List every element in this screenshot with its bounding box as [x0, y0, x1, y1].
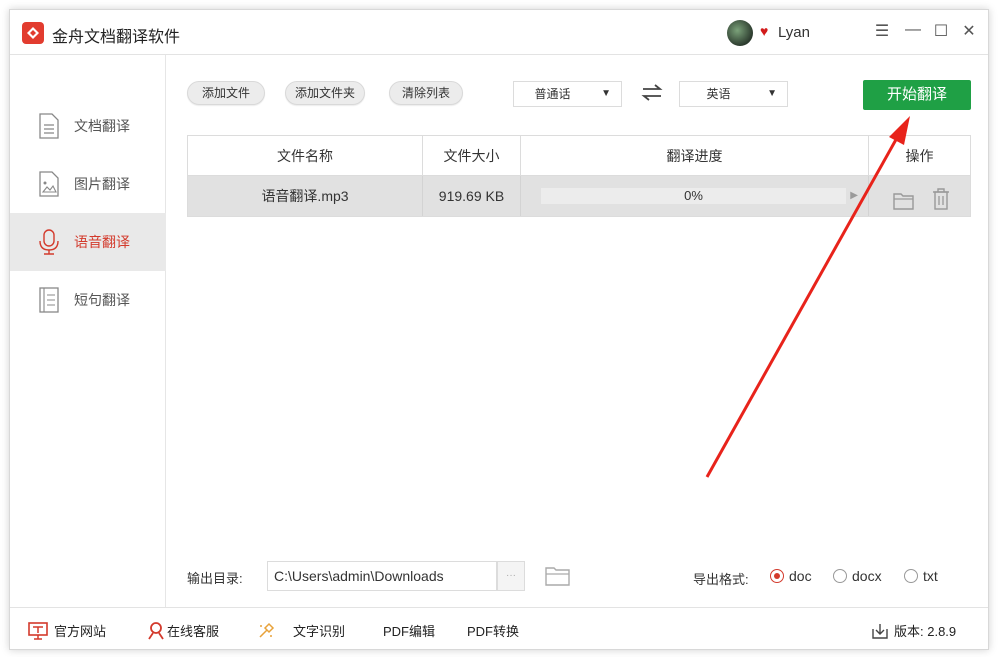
website-link[interactable]: 官方网站: [28, 621, 106, 640]
browse-button[interactable]: ···: [497, 561, 525, 591]
download-icon: [872, 623, 888, 639]
website-label: 官方网站: [54, 624, 107, 639]
support-label: 在线客服: [167, 624, 220, 639]
header-file-size: 文件大小: [423, 136, 521, 176]
delete-icon[interactable]: [932, 185, 950, 225]
ocr-label: 文字识别: [293, 624, 346, 639]
ocr-icon: [257, 622, 275, 640]
sidebar-item-label: 文档翻译: [74, 118, 130, 134]
version-info[interactable]: 版本: 2.8.9: [872, 621, 956, 640]
start-translate-button[interactable]: 开始翻译: [863, 80, 971, 110]
radio-selected-icon: [770, 569, 784, 583]
export-format-label: 导出格式:: [693, 572, 749, 587]
sidebar-item-document[interactable]: 文档翻译: [10, 97, 166, 155]
swap-languages-icon[interactable]: [641, 80, 663, 106]
close-button[interactable]: ✕: [959, 21, 979, 41]
ocr-link[interactable]: 文字识别: [257, 621, 345, 640]
document-icon: [38, 113, 60, 139]
sidebar-item-sentence[interactable]: 短句翻译: [10, 271, 166, 329]
file-table: 文件名称 文件大小 翻译进度 操作 语音翻译.mp3 919.69 KB 0% …: [187, 135, 971, 217]
progress-bar: 0%: [541, 188, 846, 204]
format-txt-label: txt: [923, 568, 938, 584]
minimize-button[interactable]: —: [903, 21, 923, 39]
target-language-value: 英语: [706, 87, 731, 101]
sidebar: 文档翻译 图片翻译 语音翻译 短句翻译: [10, 55, 166, 607]
version-label: 版本: 2.8.9: [894, 624, 957, 639]
radio-icon: [833, 569, 847, 583]
output-dir-label: 输出目录:: [187, 571, 243, 586]
add-file-button[interactable]: 添加文件: [187, 81, 265, 105]
user-avatar[interactable]: [727, 20, 753, 46]
table-header: 文件名称 文件大小 翻译进度 操作: [188, 136, 970, 176]
status-bar: 官方网站 在线客服 文字识别 PDF编辑 PDF转换 版本: 2.8.9: [10, 607, 988, 650]
clear-list-button[interactable]: 清除列表: [389, 81, 463, 105]
folder-icon[interactable]: [545, 565, 571, 587]
sentence-icon: [38, 287, 60, 313]
maximize-button[interactable]: ☐: [931, 21, 951, 41]
format-radio-docx[interactable]: docx: [833, 568, 882, 584]
header-action: 操作: [905, 148, 934, 164]
support-link[interactable]: 在线客服: [147, 621, 219, 640]
user-icon: [147, 621, 165, 640]
source-language-value: 普通话: [534, 87, 571, 101]
target-language-select[interactable]: 英语 ▼: [679, 81, 788, 107]
play-icon[interactable]: ▶: [850, 176, 858, 216]
user-name[interactable]: Lyan: [778, 24, 810, 41]
open-folder-icon[interactable]: [893, 186, 915, 226]
chevron-down-icon: ▼: [601, 88, 611, 99]
format-docx-label: docx: [852, 568, 882, 584]
sidebar-item-voice[interactable]: 语音翻译: [10, 213, 166, 271]
add-folder-button[interactable]: 添加文件夹: [285, 81, 365, 105]
radio-icon: [904, 569, 918, 583]
source-language-select[interactable]: 普通话 ▼: [513, 81, 622, 107]
title-bar: 金舟文档翻译软件 ♥ Lyan ☰ — ☐ ✕: [10, 10, 988, 55]
table-row[interactable]: 语音翻译.mp3 919.69 KB 0% ▶: [188, 176, 970, 216]
menu-icon[interactable]: ☰: [872, 21, 892, 41]
app-logo-icon: [22, 22, 44, 44]
microphone-icon: [38, 229, 60, 255]
format-radio-doc[interactable]: doc: [770, 568, 812, 584]
file-size-cell: 919.69 KB: [423, 176, 521, 216]
sidebar-item-label: 语音翻译: [74, 234, 130, 250]
chevron-down-icon: ▼: [767, 88, 777, 99]
format-doc-label: doc: [789, 568, 812, 584]
header-file-name: 文件名称: [188, 136, 423, 176]
app-window: 金舟文档翻译软件 ♥ Lyan ☰ — ☐ ✕ 文档翻译 图片翻译 语音翻译 短…: [9, 9, 989, 650]
progress-text: 0%: [684, 188, 703, 203]
pdf-convert-link[interactable]: PDF转换: [467, 621, 519, 640]
header-progress: 翻译进度: [521, 136, 869, 176]
monitor-icon: [28, 621, 48, 640]
image-icon: [38, 171, 60, 197]
app-title: 金舟文档翻译软件: [52, 29, 181, 46]
sidebar-item-label: 图片翻译: [74, 176, 130, 192]
progress-cell: 0% ▶: [521, 176, 869, 216]
sidebar-item-label: 短句翻译: [74, 292, 130, 308]
vip-heart-icon: ♥: [760, 23, 769, 39]
sidebar-item-image[interactable]: 图片翻译: [10, 155, 166, 213]
output-dir-field[interactable]: C:\Users\admin\Downloads: [267, 561, 497, 591]
format-radio-txt[interactable]: txt: [904, 568, 938, 584]
file-name-cell: 语音翻译.mp3: [188, 176, 423, 216]
pdf-edit-link[interactable]: PDF编辑: [383, 621, 435, 640]
action-cell: [869, 176, 970, 216]
